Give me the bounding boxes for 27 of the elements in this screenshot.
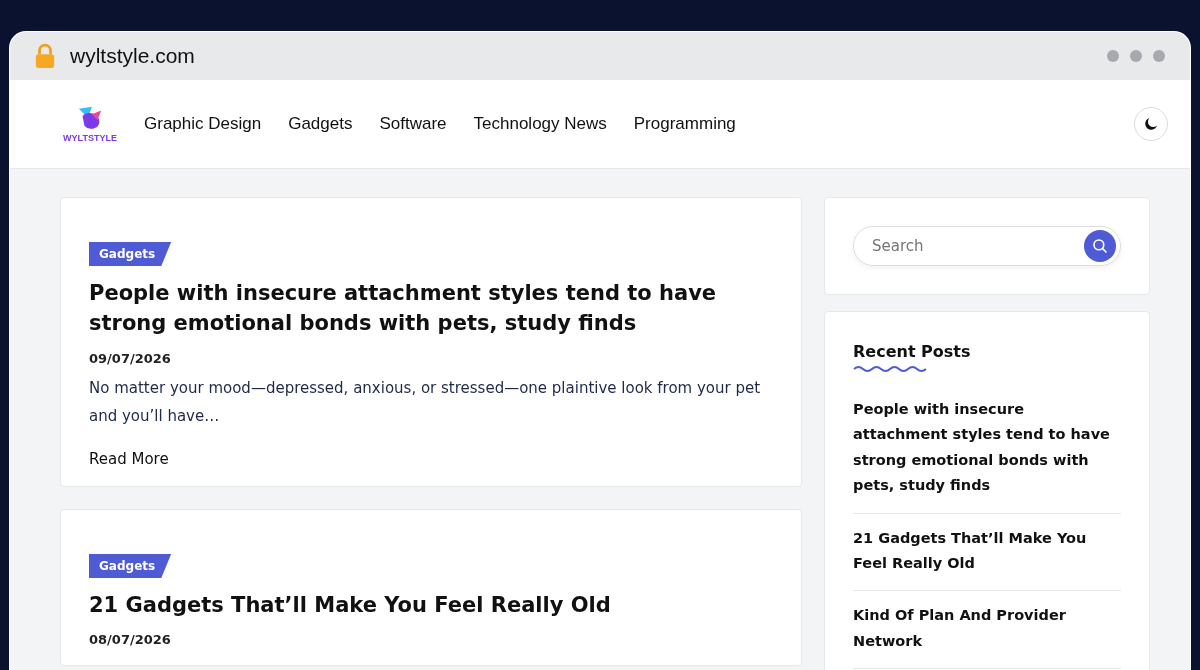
search-field[interactable]: Search [870,236,1084,256]
search-icon [1091,237,1109,255]
recent-post-link[interactable]: People with insecure attachment styles tend to have strong emotional bonds with pets, study finds [853,397,1121,514]
logo-text: WYLTSTYLE [63,133,117,143]
category-tag[interactable]: Gadgets [89,553,172,578]
lock-icon [34,43,56,69]
nav-link[interactable]: Programming [633,114,736,134]
nav-link[interactable]: Software [379,114,447,134]
nav-link[interactable]: Graphic Design [144,114,262,134]
moon-icon [1142,115,1160,133]
search-button[interactable] [1084,230,1116,262]
read-more-link[interactable]: Read More [89,449,169,468]
wavy-underline-icon [853,365,929,373]
post-date: 09/07/2026 [89,350,172,366]
recent-post-link[interactable]: 21 Gadgets That’ll Make You Feel Really Old [853,525,1121,592]
section-heading: Recent Posts [853,342,972,361]
post-title[interactable]: People with insecure attachment styles tend to have strong emotional bonds with pets, study finds [89,278,773,339]
category-tag[interactable]: Gadgets [89,242,172,266]
address-text[interactable]: wyltstyle.com [70,44,195,68]
post-title[interactable]: 21 Gadgets That’ll Make You Feel Really Old [89,589,773,621]
post-date: 08/07/2026 [89,632,172,648]
window-controls-icon [1106,49,1166,63]
dark-mode-button[interactable] [1134,107,1168,141]
post-excerpt: No matter your mood—depressed, anxious, or stressed—one plaintive look from your pet and you’ll have… [89,377,762,428]
recent-post-link[interactable]: Kind Of Plan And Provider Network [853,603,1121,669]
nav-link[interactable]: Technology News [473,114,607,134]
nav-link[interactable]: Gadgets [288,114,353,134]
